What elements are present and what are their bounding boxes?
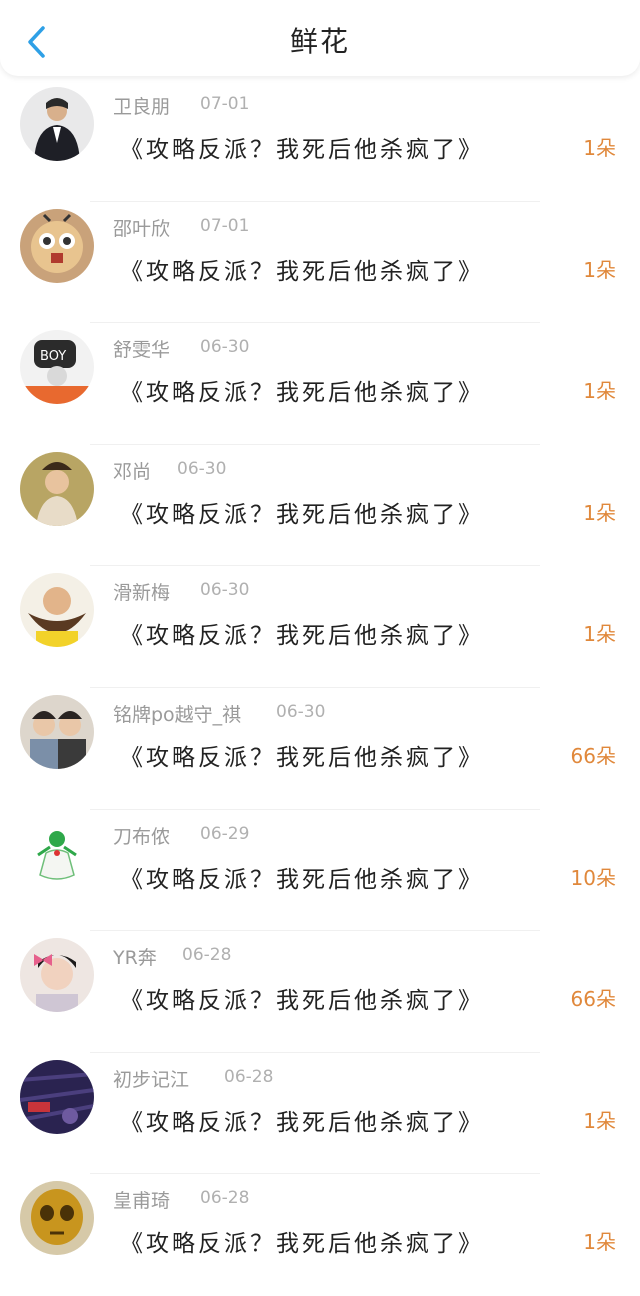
avatar[interactable]: [20, 694, 94, 769]
avatar[interactable]: [20, 1181, 94, 1256]
date: 06-28: [200, 1188, 250, 1209]
flower-count: 1朵: [583, 1108, 616, 1133]
date: 06-30: [200, 580, 250, 601]
avatar[interactable]: [20, 451, 94, 526]
user-name: 初步记江: [113, 1068, 190, 1091]
date: 06-28: [182, 945, 232, 966]
user-name: 皇甫琦: [113, 1190, 171, 1213]
list-item[interactable]: YR奔 06-28 《攻略反派？我死后他杀疯了》 66朵: [0, 931, 640, 1053]
book-title: 《攻略反派？我死后他杀疯了》: [120, 623, 484, 650]
user-name: 邵叶欣: [113, 217, 171, 240]
flower-count: 1朵: [583, 136, 616, 160]
list-item[interactable]: 邵叶欣 07-01 《攻略反派？我死后他杀疯了》 1朵: [0, 202, 640, 324]
list-item[interactable]: 滑新梅 06-30 《攻略反派？我死后他杀疯了》 1朵: [0, 566, 640, 688]
flower-count: 1朵: [583, 500, 616, 525]
flower-count: 1朵: [583, 622, 616, 647]
date: 06-30: [177, 458, 227, 479]
list-item[interactable]: BOY 舒雯华 06-30 《攻略反派？我死后他杀疯了》 1朵: [0, 323, 640, 445]
flower-count: 1朵: [583, 379, 616, 404]
avatar[interactable]: [20, 1059, 94, 1134]
user-name: 铭牌po越守_祺: [113, 703, 242, 726]
book-title: 《攻略反派？我死后他杀疯了》: [120, 1231, 484, 1258]
list-item[interactable]: 邓尚 06-30 《攻略反派？我死后他杀疯了》 1朵: [0, 445, 640, 567]
date: 06-30: [200, 337, 250, 358]
list-item[interactable]: 卫良朋 07-01 《攻略反派？我死后他杀疯了》 1朵: [0, 80, 640, 202]
user-name: YR奔: [113, 947, 157, 970]
date: 06-28: [224, 1066, 274, 1087]
date: 07-01: [200, 94, 250, 114]
flower-count: 66朵: [570, 743, 616, 768]
date: 06-29: [200, 823, 250, 844]
book-title: 《攻略反派？我死后他杀疯了》: [120, 988, 484, 1015]
flower-count: 10朵: [570, 865, 616, 890]
avatar[interactable]: [20, 87, 94, 161]
avatar[interactable]: [20, 573, 94, 648]
user-name: 邓尚: [113, 460, 152, 483]
flower-count: 66朵: [570, 987, 616, 1012]
user-name: 卫良朋: [113, 96, 171, 118]
book-title: 《攻略反派？我死后他杀疯了》: [120, 866, 484, 893]
avatar[interactable]: [20, 938, 94, 1013]
top-bar: 鲜花: [0, 0, 640, 76]
book-title: 《攻略反派？我死后他杀疯了》: [120, 744, 484, 771]
book-title: 《攻略反派？我死后他杀疯了》: [120, 137, 484, 163]
date: 06-30: [276, 701, 326, 722]
list-item[interactable]: 铭牌po越守_祺 06-30 《攻略反派？我死后他杀疯了》 66朵: [0, 688, 640, 810]
svg-text:BOY: BOY: [40, 349, 66, 364]
book-title: 《攻略反派？我死后他杀疯了》: [120, 1109, 484, 1136]
user-name: 舒雯华: [113, 339, 171, 362]
list-item[interactable]: 皇甫琦 06-28 《攻略反派？我死后他杀疯了》 1朵: [0, 1174, 640, 1296]
date: 07-01: [200, 215, 250, 236]
user-name: 刀布侬: [113, 825, 171, 848]
book-title: 《攻略反派？我死后他杀疯了》: [120, 380, 484, 407]
page-title: 鲜花: [289, 25, 350, 58]
book-title: 《攻略反派？我死后他杀疯了》: [120, 258, 484, 285]
list-item[interactable]: 初步记江 06-28 《攻略反派？我死后他杀疯了》 1朵: [0, 1053, 640, 1175]
avatar[interactable]: [20, 816, 94, 891]
list-item[interactable]: 刀布侬 06-29 《攻略反派？我死后他杀疯了》 10朵: [0, 810, 640, 932]
user-name: 滑新梅: [113, 582, 171, 605]
avatar[interactable]: [20, 208, 94, 283]
flower-record-list: 卫良朋 07-01 《攻略反派？我死后他杀疯了》 1朵 邵叶欣 07-01 《攻…: [0, 80, 640, 1296]
flower-count: 1朵: [583, 1230, 616, 1255]
book-title: 《攻略反派？我死后他杀疯了》: [120, 501, 484, 528]
flower-count: 1朵: [583, 257, 616, 282]
avatar[interactable]: BOY: [20, 330, 94, 405]
